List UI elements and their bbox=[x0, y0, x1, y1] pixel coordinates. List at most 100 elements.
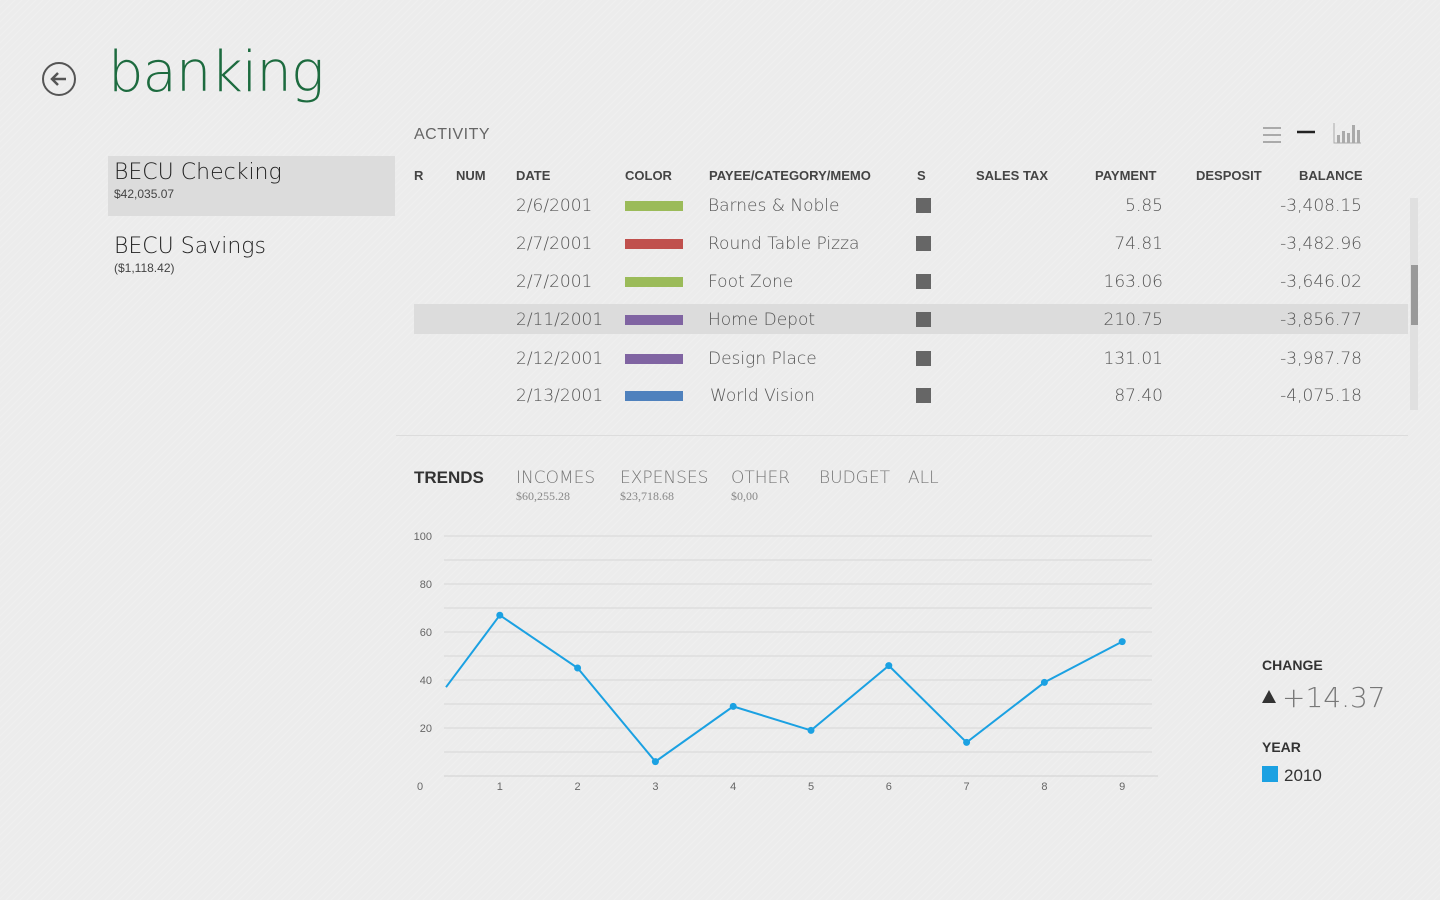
tab-expenses[interactable]: EXPENSES $23,718.68 bbox=[620, 468, 708, 504]
row-color-swatch bbox=[625, 201, 683, 211]
table-row-selected[interactable]: 2/11/2001 Home Depot 210.75 -3,856.77 bbox=[414, 304, 1408, 334]
row-color-swatch bbox=[625, 239, 683, 249]
row-status-checkbox[interactable] bbox=[916, 388, 931, 403]
data-point bbox=[574, 664, 582, 672]
data-point bbox=[963, 738, 971, 746]
row-balance: -4,075.18 bbox=[1280, 386, 1362, 406]
column-header-deposit[interactable]: DESPOSIT bbox=[1196, 168, 1262, 183]
back-button[interactable] bbox=[42, 62, 76, 96]
year-legend-item[interactable]: 2010 bbox=[1262, 766, 1322, 786]
tab-other[interactable]: OTHER $0,00 bbox=[731, 468, 790, 504]
row-payee: Foot Zone bbox=[708, 272, 794, 292]
row-color-swatch bbox=[625, 315, 683, 325]
account-item-checking[interactable]: BECU Checking $42,035.07 bbox=[108, 156, 395, 216]
line-view-button[interactable] bbox=[1296, 126, 1316, 145]
row-date: 2/13/2001 bbox=[516, 386, 604, 406]
row-color-swatch bbox=[625, 354, 683, 364]
tab-label: ALL bbox=[908, 468, 939, 488]
column-header-sales-tax[interactable]: SALES TAX bbox=[976, 168, 1048, 183]
tab-amount: $23,718.68 bbox=[620, 489, 674, 503]
row-payee: World Vision bbox=[710, 386, 815, 406]
row-balance: -3,987.78 bbox=[1280, 349, 1362, 369]
series-line bbox=[445, 613, 1123, 763]
row-payment: 5.85 bbox=[1125, 196, 1163, 216]
activity-scrollbar-thumb[interactable] bbox=[1411, 265, 1418, 325]
year-label: YEAR bbox=[1262, 739, 1301, 755]
x-tick-label: 5 bbox=[808, 781, 814, 793]
row-date: 2/6/2001 bbox=[516, 196, 593, 216]
row-status-checkbox[interactable] bbox=[916, 198, 931, 213]
tab-label: EXPENSES bbox=[620, 468, 709, 488]
y-tick-label: 20 bbox=[420, 723, 432, 735]
x-tick-label: 8 bbox=[1041, 781, 1047, 793]
tab-label: OTHER bbox=[731, 468, 791, 488]
year-value: 2010 bbox=[1284, 766, 1322, 785]
account-balance: ($1,118.42) bbox=[114, 261, 175, 275]
row-date: 2/7/2001 bbox=[516, 234, 593, 254]
row-color-swatch bbox=[625, 277, 683, 287]
account-name: BECU Checking bbox=[114, 160, 282, 185]
change-value: +14.37 bbox=[1282, 681, 1386, 714]
table-row[interactable]: 2/7/2001 Round Table Pizza 74.81 -3,482.… bbox=[414, 228, 1408, 258]
account-balance: $42,035.07 bbox=[114, 187, 175, 201]
table-row[interactable]: 2/6/2001 Barnes & Noble 5.85 -3,408.15 bbox=[414, 190, 1408, 220]
line-view-icon bbox=[1297, 130, 1315, 134]
y-tick-label: 100 bbox=[414, 531, 432, 543]
column-header-num[interactable]: NUM bbox=[456, 168, 486, 183]
row-payee: Design Place bbox=[708, 349, 817, 369]
row-date: 2/11/2001 bbox=[516, 310, 604, 330]
data-point bbox=[496, 611, 504, 619]
tab-all[interactable]: ALL bbox=[908, 468, 939, 488]
back-arrow-icon bbox=[50, 72, 66, 86]
row-status-checkbox[interactable] bbox=[916, 312, 931, 327]
row-payment: 131.01 bbox=[1103, 349, 1163, 369]
table-row[interactable]: 2/13/2001 World Vision 87.40 -4,075.18 bbox=[414, 380, 1408, 410]
list-view-button[interactable] bbox=[1262, 126, 1282, 149]
column-header-balance[interactable]: BALANCE bbox=[1299, 168, 1363, 183]
data-point bbox=[651, 758, 659, 766]
data-point bbox=[729, 702, 737, 710]
x-tick-label: 9 bbox=[1119, 781, 1125, 793]
x-tick-label: 3 bbox=[652, 781, 658, 793]
tab-label: BUDGET bbox=[819, 468, 890, 488]
data-point bbox=[807, 726, 815, 734]
row-date: 2/7/2001 bbox=[516, 272, 593, 292]
row-payee: Home Depot bbox=[708, 310, 816, 330]
chart-view-button[interactable] bbox=[1332, 121, 1362, 150]
row-status-checkbox[interactable] bbox=[916, 274, 931, 289]
account-item-savings[interactable]: BECU Savings ($1,118.42) bbox=[108, 230, 395, 290]
column-header-date[interactable]: DATE bbox=[516, 168, 550, 183]
y-tick-label: 60 bbox=[420, 627, 432, 639]
page-title: banking bbox=[108, 40, 324, 105]
row-balance: -3,482.96 bbox=[1280, 234, 1362, 254]
y-tick-label: 80 bbox=[420, 579, 432, 591]
tab-trends[interactable]: TRENDS bbox=[414, 468, 484, 488]
table-row[interactable]: 2/7/2001 Foot Zone 163.06 -3,646.02 bbox=[414, 266, 1408, 296]
row-payment: 210.75 bbox=[1103, 310, 1163, 330]
column-header-color[interactable]: COLOR bbox=[625, 168, 672, 183]
row-status-checkbox[interactable] bbox=[916, 351, 931, 366]
tab-label: TRENDS bbox=[414, 468, 484, 487]
row-payment: 74.81 bbox=[1114, 234, 1163, 254]
row-status-checkbox[interactable] bbox=[916, 236, 931, 251]
x-tick-label: 1 bbox=[497, 781, 503, 793]
tab-label: INCOMES bbox=[516, 468, 596, 488]
tab-amount: $60,255.28 bbox=[516, 489, 570, 503]
up-triangle-icon bbox=[1262, 690, 1276, 703]
x-tick-label: 6 bbox=[886, 781, 892, 793]
column-header-payment[interactable]: PAYMENT bbox=[1095, 168, 1156, 183]
x-tick-label: 2 bbox=[575, 781, 581, 793]
row-payment: 87.40 bbox=[1114, 386, 1163, 406]
y-tick-label: 40 bbox=[420, 675, 432, 687]
table-row[interactable]: 2/12/2001 Design Place 131.01 -3,987.78 bbox=[414, 343, 1408, 373]
row-date: 2/12/2001 bbox=[516, 349, 604, 369]
column-header-s[interactable]: S bbox=[917, 168, 926, 183]
change-label: CHANGE bbox=[1262, 657, 1323, 673]
row-color-swatch bbox=[625, 391, 683, 401]
column-header-payee[interactable]: PAYEE/CATEGORY/MEMO bbox=[709, 168, 871, 183]
tab-budget[interactable]: BUDGET bbox=[819, 468, 890, 488]
legend-swatch bbox=[1262, 766, 1278, 782]
column-header-r[interactable]: R bbox=[414, 168, 423, 183]
x-tick-label: 4 bbox=[730, 781, 736, 793]
tab-incomes[interactable]: INCOMES $60,255.28 bbox=[516, 468, 595, 504]
